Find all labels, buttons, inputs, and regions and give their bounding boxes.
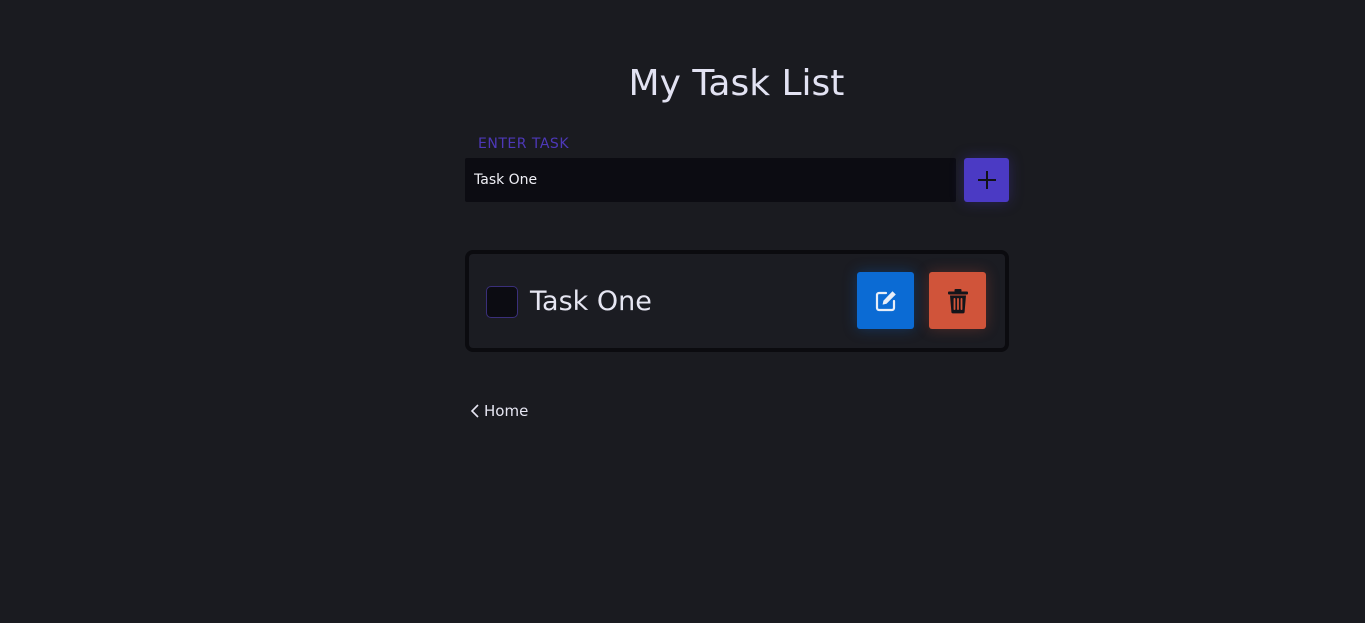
home-link[interactable]: Home — [470, 402, 528, 420]
task-input[interactable] — [465, 158, 956, 202]
enter-task-label: ENTER TASK — [478, 136, 570, 152]
task-text: Task One — [530, 286, 652, 317]
add-task-button[interactable] — [964, 158, 1009, 202]
home-link-label: Home — [484, 402, 529, 420]
task-item: Task One — [465, 250, 1009, 352]
page-title: My Task List — [628, 63, 845, 104]
chevron-left-icon — [470, 404, 479, 418]
delete-task-button[interactable] — [929, 272, 986, 329]
pencil-square-icon — [875, 290, 896, 311]
trash-icon — [947, 288, 968, 313]
task-checkbox[interactable] — [486, 286, 518, 318]
plus-icon — [977, 171, 996, 189]
edit-task-button[interactable] — [857, 272, 914, 329]
